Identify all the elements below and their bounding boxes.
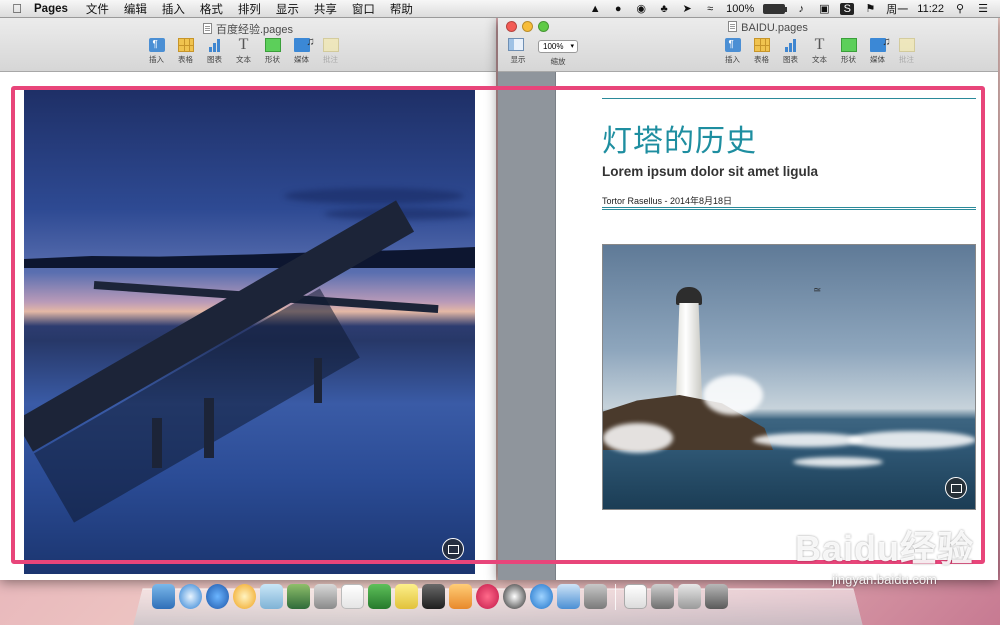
media-player-icon[interactable]	[233, 584, 256, 609]
finder-icon[interactable]	[152, 584, 175, 609]
zoom-control[interactable]: 100% 缩放	[538, 40, 578, 67]
table-icon	[177, 38, 194, 52]
right-window-title: BAIDU.pages	[498, 21, 998, 34]
bar-chart-icon	[207, 38, 223, 52]
sidebar-view-icon	[508, 38, 524, 51]
shape-icon	[264, 38, 281, 52]
battery-icon[interactable]	[763, 3, 788, 14]
downloads-stack-icon[interactable]	[678, 584, 701, 609]
clock-time[interactable]: 11:22	[917, 3, 944, 15]
dock-separator	[615, 584, 616, 610]
disk-icon[interactable]	[651, 584, 674, 609]
document-stack-icon[interactable]	[624, 584, 647, 609]
text-button[interactable]: T 文本	[805, 36, 834, 65]
pages-icon[interactable]	[449, 584, 472, 609]
bar-chart-icon	[783, 38, 799, 52]
table-button[interactable]: 表格	[171, 38, 200, 65]
zoom-select[interactable]: 100%	[538, 40, 578, 53]
trash-icon[interactable]	[705, 584, 728, 609]
quicktime-icon[interactable]	[206, 584, 229, 609]
input-source-icon[interactable]: S	[840, 2, 855, 15]
watermark-logo: Baidu经验	[794, 528, 974, 569]
preview-icon[interactable]	[260, 584, 283, 609]
wifi-icon[interactable]: ≈	[703, 3, 717, 15]
baidu-watermark: Baidu经验 jingyan.baidu.com	[795, 520, 974, 587]
notification-center-icon[interactable]: ☰	[976, 3, 990, 15]
mail-icon[interactable]	[557, 584, 580, 609]
document-icon	[728, 21, 738, 32]
media-icon	[869, 36, 891, 52]
creative-cloud-icon[interactable]: ♣	[657, 3, 671, 15]
calendar-icon[interactable]	[341, 584, 364, 609]
volume-icon[interactable]: ♪	[794, 3, 808, 15]
text-icon: T	[814, 36, 825, 53]
media-icon	[293, 36, 315, 52]
final-cut-icon[interactable]	[422, 584, 445, 609]
chart-button[interactable]: 图表	[776, 38, 805, 65]
xmind-icon[interactable]	[476, 584, 499, 609]
iphoto-icon[interactable]	[287, 584, 310, 609]
annotation-highlight	[11, 86, 985, 564]
stickies-icon[interactable]	[395, 584, 418, 609]
menu-help[interactable]: 帮助	[390, 1, 413, 17]
watermark-url: jingyan.baidu.com	[832, 572, 937, 587]
display-icon[interactable]: ▣	[817, 3, 831, 15]
menu-view[interactable]: 显示	[276, 1, 299, 17]
pilcrow-icon	[148, 38, 165, 52]
right-toolbar: BAIDU.pages 显示 100% 缩放 插入 表格 图表 T	[498, 18, 998, 72]
menu-app-name[interactable]: Pages	[34, 3, 68, 15]
left-toolbar: 百度经验.pages 插入 表格 图表 T 文本 形状	[0, 18, 496, 72]
dock-icons	[152, 584, 728, 610]
media-button[interactable]: 媒体	[287, 36, 316, 65]
photo-booth-icon[interactable]	[314, 584, 337, 609]
menu-edit[interactable]: 编辑	[124, 1, 147, 17]
clock-day[interactable]: 周一	[886, 1, 908, 17]
qq-icon[interactable]: ●	[611, 3, 625, 15]
notification-icon[interactable]: ▲	[588, 3, 602, 15]
media-button[interactable]: 媒体	[863, 36, 892, 65]
menu-share[interactable]: 共享	[314, 1, 337, 17]
text-icon: T	[238, 36, 249, 53]
safari-icon[interactable]	[179, 584, 202, 609]
evernote-icon[interactable]	[368, 584, 391, 609]
chart-button[interactable]: 图表	[200, 38, 229, 65]
menu-insert[interactable]: 插入	[162, 1, 185, 17]
menu-format[interactable]: 格式	[200, 1, 223, 17]
document-icon	[202, 23, 212, 34]
pilcrow-icon	[724, 38, 741, 52]
table-icon	[753, 38, 770, 52]
insert-button[interactable]: 插入	[718, 38, 747, 65]
preferences-icon[interactable]	[584, 584, 607, 609]
comment-icon	[322, 38, 339, 52]
menu-window[interactable]: 窗口	[352, 1, 375, 17]
table-button[interactable]: 表格	[747, 38, 776, 65]
apple-icon[interactable]: 	[0, 1, 34, 16]
right-tool-group: 插入 表格 图表 T 文本 形状 媒体	[718, 36, 921, 65]
view-button[interactable]: 显示	[508, 38, 528, 65]
flag-icon[interactable]: ⚑	[863, 3, 877, 15]
insert-button[interactable]: 插入	[142, 38, 171, 65]
left-tool-group: 插入 表格 图表 T 文本 形状 媒体	[142, 36, 345, 65]
menubar:  Pages 文件 编辑 插入 格式 排列 显示 共享 窗口 帮助 ▲ ● ◉…	[0, 0, 1000, 18]
menu-arrange[interactable]: 排列	[238, 1, 261, 17]
battery-percent: 100%	[726, 2, 755, 15]
status-area: ▲ ● ◉ ♣ ➤ ≈ 100% ♪ ▣ S ⚑ 周一 11:22 ⚲ ☰	[588, 1, 1000, 17]
left-window-title: 百度经验.pages	[0, 21, 496, 37]
shape-button[interactable]: 形状	[834, 38, 863, 65]
menu-file[interactable]: 文件	[86, 1, 109, 17]
shape-button[interactable]: 形状	[258, 38, 287, 65]
comment-button[interactable]: 批注	[316, 38, 345, 65]
comment-icon	[898, 38, 915, 52]
browser-icon[interactable]	[530, 584, 553, 609]
wechat-icon[interactable]: ◉	[634, 3, 648, 15]
text-button[interactable]: T 文本	[229, 36, 258, 65]
spotlight-icon[interactable]: ⚲	[953, 3, 967, 15]
arrow-icon[interactable]: ➤	[680, 3, 694, 15]
comment-button[interactable]: 批注	[892, 38, 921, 65]
shape-icon	[840, 38, 857, 52]
qq-dock-icon[interactable]	[503, 584, 526, 609]
